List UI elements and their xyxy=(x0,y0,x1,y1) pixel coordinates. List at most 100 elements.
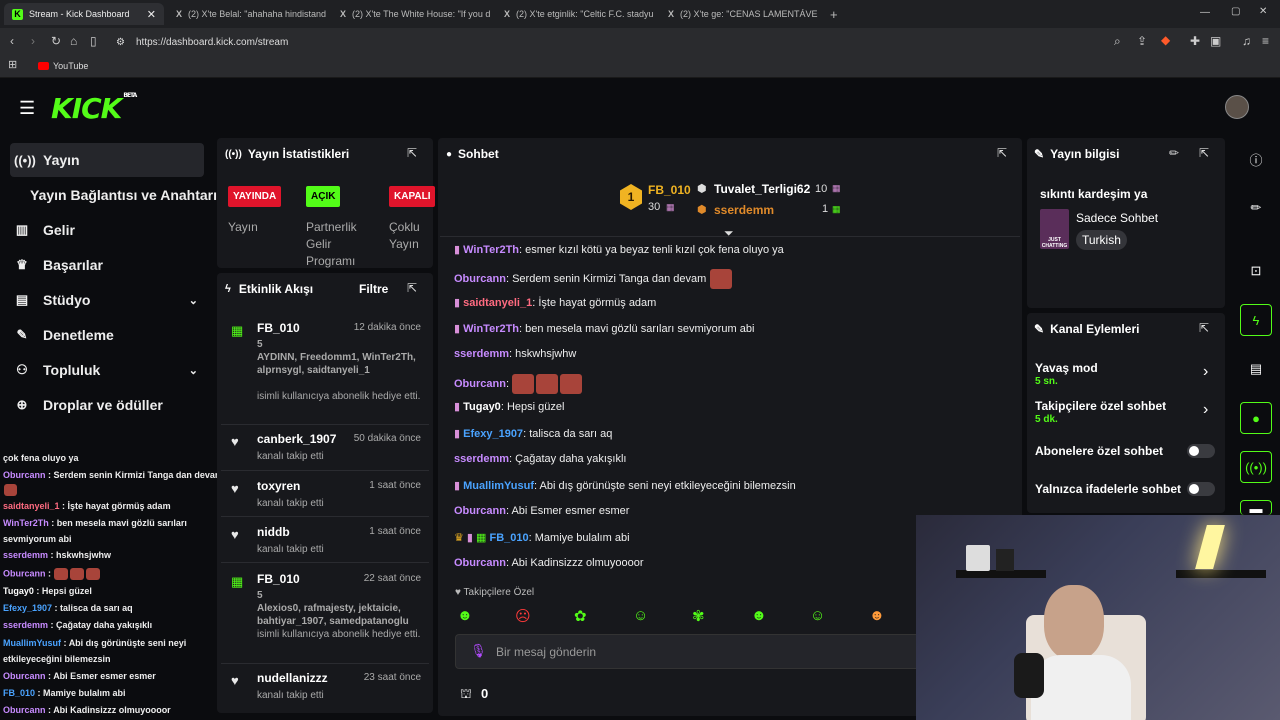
leader-2-name[interactable]: Tuvalet_Terligi62 xyxy=(714,182,810,196)
emote-icon[interactable]: ✿ xyxy=(574,607,587,625)
chat-username[interactable]: Oburcann xyxy=(454,557,506,569)
share-icon[interactable]: ⇪ xyxy=(1137,35,1147,47)
sidebar-item-yayin[interactable]: ((•)) Yayın xyxy=(14,145,80,175)
sidebar-item-label: Droplar ve ödüller xyxy=(43,397,163,413)
minimize-icon[interactable]: — xyxy=(1200,8,1210,18)
leader-3-name[interactable]: sserdemm xyxy=(714,203,774,217)
followers-only-chat-label[interactable]: Takipçilere özel sohbet xyxy=(1035,399,1166,413)
browser-tab-kick[interactable]: K Stream - Kick Dashboard ✕ xyxy=(4,3,164,25)
sidebar-item-basarilar[interactable]: ♛ Başarılar xyxy=(14,250,103,280)
sidebar-item-stream-key[interactable]: Yayın Bağlantısı ve Anahtarı xyxy=(30,180,217,210)
browser-tab-x-2[interactable]: X (2) X'te The White House: "If you do xyxy=(340,3,490,25)
back-icon[interactable]: ‹ xyxy=(10,35,14,47)
activity-user[interactable]: niddb xyxy=(257,525,290,539)
chat-username[interactable]: WinTer2Th xyxy=(463,244,519,256)
emote-icon[interactable]: ✾ xyxy=(692,607,705,625)
crop-icon[interactable]: ⊡ xyxy=(1240,255,1272,287)
edit-icon[interactable]: ✏ xyxy=(1240,192,1272,224)
chat-text: ben mesela mavi gözlü sarıları sevmiyoru… xyxy=(525,323,755,335)
close-icon[interactable]: ✕ xyxy=(147,8,156,21)
divider xyxy=(221,424,429,425)
bookmark-youtube[interactable]: YouTube xyxy=(38,61,88,71)
chat-username[interactable]: saidtanyeli_1 xyxy=(463,297,532,309)
mic-icon[interactable]: 🎙 xyxy=(470,643,487,659)
emote-icon[interactable]: ☹ xyxy=(515,607,531,625)
browser-tab-x-4[interactable]: X (2) X'te ge: "CENAS LAMENTÁVEIS! P xyxy=(668,3,818,25)
chat-username[interactable]: sserdemm xyxy=(454,348,509,360)
emote-icon[interactable]: ☻ xyxy=(869,607,885,624)
activity-user[interactable]: FB_010 xyxy=(257,321,300,335)
window-close-icon[interactable]: ✕ xyxy=(1259,7,1267,17)
chat-username[interactable]: Oburcann xyxy=(454,378,506,390)
sidebar-toggle-icon[interactable]: ▣ xyxy=(1210,35,1221,47)
overlay-text: Çağatay daha yakışıklı xyxy=(56,620,153,630)
info-icon[interactable]: ⓘ xyxy=(1240,143,1272,175)
menu-icon[interactable]: ≡ xyxy=(1262,35,1269,47)
emote-icon[interactable]: ☺ xyxy=(810,607,825,624)
emote-only-toggle[interactable] xyxy=(1187,482,1215,496)
gift-icon: ▦ xyxy=(666,202,675,212)
browser-tab-x-3[interactable]: X (2) X'te etginlik: "Celtic F.C. stadyu… xyxy=(504,3,654,25)
address-bar[interactable]: ⚙ https://dashboard.kick.com/stream xyxy=(108,31,1148,53)
expand-icon[interactable]: ⇱ xyxy=(997,146,1007,160)
emote-icon[interactable]: ☻ xyxy=(751,607,767,624)
edit-icon[interactable]: ✏ xyxy=(1169,146,1179,160)
extensions-icon[interactable]: ✚ xyxy=(1190,35,1200,47)
browser-tab-x-1[interactable]: X (2) X'te Belal: "ahahaha hindistanda a xyxy=(176,3,326,25)
new-tab-button[interactable]: + xyxy=(830,3,844,25)
expand-icon[interactable]: ⇱ xyxy=(407,146,417,160)
sidebar-item-topluluk[interactable]: ⚇ Topluluk ⌄ xyxy=(14,355,204,385)
sidebar-item-droplar[interactable]: ⊕ Droplar ve ödüller xyxy=(14,390,163,420)
overlay-text: hskwhsjwhw xyxy=(56,550,112,560)
camera-icon[interactable]: ▬ xyxy=(1240,500,1272,516)
emote-icon[interactable]: ☺ xyxy=(633,607,648,624)
broadcast-icon[interactable]: ((•)) xyxy=(1240,451,1272,483)
notes-icon[interactable]: ▤ xyxy=(1240,353,1272,385)
activity-user[interactable]: canberk_1907 xyxy=(257,432,336,446)
chat-username[interactable]: Oburcann xyxy=(454,505,506,517)
language-tag[interactable]: Turkish xyxy=(1076,230,1127,250)
chat-bubble-icon[interactable]: ● xyxy=(1240,402,1272,434)
chat-username[interactable]: FB_010 xyxy=(489,532,528,544)
category-name[interactable]: Sadece Sohbet xyxy=(1076,211,1158,225)
chevron-right-icon[interactable]: › xyxy=(1203,363,1208,381)
expand-icon[interactable]: ⇱ xyxy=(1199,321,1209,335)
activity-user[interactable]: nudellanizzz xyxy=(257,671,328,685)
leader-1-name[interactable]: FB_010 xyxy=(648,183,691,197)
collapse-icon[interactable]: ⏷ xyxy=(724,226,734,241)
sidebar-item-denetleme[interactable]: ✎ Denetleme xyxy=(14,320,114,350)
points-icon[interactable]: ⛫ xyxy=(460,686,472,704)
avatar[interactable] xyxy=(1225,95,1249,119)
reload-icon[interactable]: ↻ xyxy=(51,35,61,47)
activity-user[interactable]: toxyren xyxy=(257,479,300,493)
sidebar-item-studyo[interactable]: ▤ Stüdyo ⌄ xyxy=(14,285,204,315)
activity-user[interactable]: FB_010 xyxy=(257,572,300,586)
chevron-right-icon[interactable]: › xyxy=(1203,401,1208,419)
chat-username[interactable]: Tugay0 xyxy=(463,401,501,413)
forward-icon[interactable]: › xyxy=(31,35,35,47)
maximize-icon[interactable]: ▢ xyxy=(1231,7,1240,17)
home-icon[interactable]: ⌂ xyxy=(70,35,77,47)
filter-button[interactable]: Filtre xyxy=(359,282,388,296)
bookmark-icon[interactable]: ▯ xyxy=(90,35,97,47)
expand-icon[interactable]: ⇱ xyxy=(1199,146,1209,160)
lightning-icon[interactable]: ϟ xyxy=(1240,304,1272,336)
site-settings-icon[interactable]: ⚙ xyxy=(116,37,125,48)
chat-username[interactable]: MuallimYusuf xyxy=(463,480,534,492)
media-icon[interactable]: ♫ xyxy=(1242,35,1251,47)
chat-username[interactable]: Efexy_1907 xyxy=(463,428,523,440)
chat-username[interactable]: sserdemm xyxy=(454,453,509,465)
slow-mode-label[interactable]: Yavaş mod xyxy=(1035,361,1098,375)
brave-shield-icon[interactable]: ◆ xyxy=(1161,34,1170,46)
emote-icon[interactable]: ☻ xyxy=(457,607,473,624)
chat-username[interactable]: WinTer2Th xyxy=(463,323,519,335)
kick-logo[interactable]: KICK BETA xyxy=(51,92,137,125)
zoom-icon[interactable]: ⌕ xyxy=(1114,35,1121,47)
expand-icon[interactable]: ⇱ xyxy=(407,281,417,295)
sidebar-item-gelir[interactable]: ▥ Gelir xyxy=(14,215,75,245)
subscribers-only-toggle[interactable] xyxy=(1187,444,1215,458)
chat-username[interactable]: Oburcann xyxy=(454,273,506,285)
chat-input[interactable]: 🎙 Bir mesaj gönderin xyxy=(455,634,920,669)
hamburger-menu-icon[interactable]: ☰ xyxy=(19,98,35,119)
apps-grid-icon[interactable]: ⊞ xyxy=(8,60,17,71)
